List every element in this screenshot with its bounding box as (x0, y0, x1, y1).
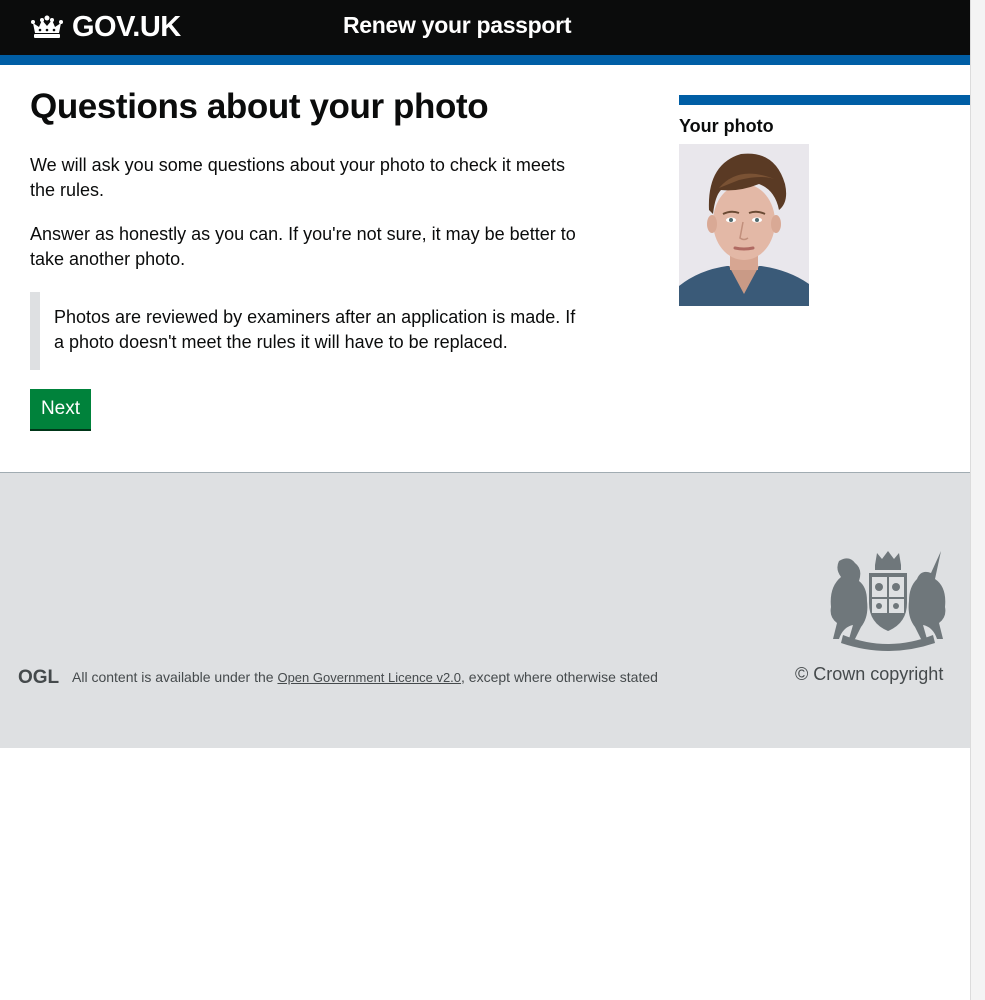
main-content: Questions about your photo We will ask y… (30, 86, 590, 429)
sidebar-blue-bar (679, 95, 970, 105)
inset-notice-text: Photos are reviewed by examiners after a… (54, 307, 576, 352)
inset-notice: Photos are reviewed by examiners after a… (30, 292, 590, 370)
ogl-icon: OGL (18, 667, 60, 686)
intro-paragraph: We will ask you some questions about you… (30, 155, 565, 200)
service-name-link[interactable]: Renew your passport (343, 12, 571, 39)
royal-coat-of-arms-icon (830, 551, 946, 651)
next-button[interactable]: Next (30, 389, 91, 429)
page: GOV.UK Renew your passport Questions abo… (0, 0, 970, 1000)
licence-statement: All content is available under the Open … (72, 668, 658, 687)
sidebar-title: Your photo (679, 116, 774, 136)
licence-suffix: , except where otherwise stated (461, 669, 658, 685)
govuk-logo-link[interactable]: GOV.UK (30, 10, 181, 44)
header-blue-bar (0, 55, 970, 65)
photo-sidebar: Your photo (679, 95, 970, 306)
open-government-licence-link[interactable]: Open Government Licence v2.0 (277, 670, 461, 685)
guidance-paragraph: Answer as honestly as you can. If you're… (30, 224, 576, 269)
licence-prefix: All content is available under the (72, 669, 278, 685)
window-scrollbar[interactable] (970, 0, 985, 1000)
ogl-label: OGL (18, 667, 60, 686)
logo-text: GOV.UK (72, 10, 181, 43)
crown-icon (30, 14, 64, 40)
site-footer: OGL All content is available under the O… (0, 472, 970, 748)
crown-copyright-link[interactable]: © Crown copyright (795, 664, 943, 685)
site-header: GOV.UK Renew your passport (0, 0, 970, 55)
passport-photo (679, 144, 809, 306)
page-title: Questions about your photo (30, 87, 489, 126)
